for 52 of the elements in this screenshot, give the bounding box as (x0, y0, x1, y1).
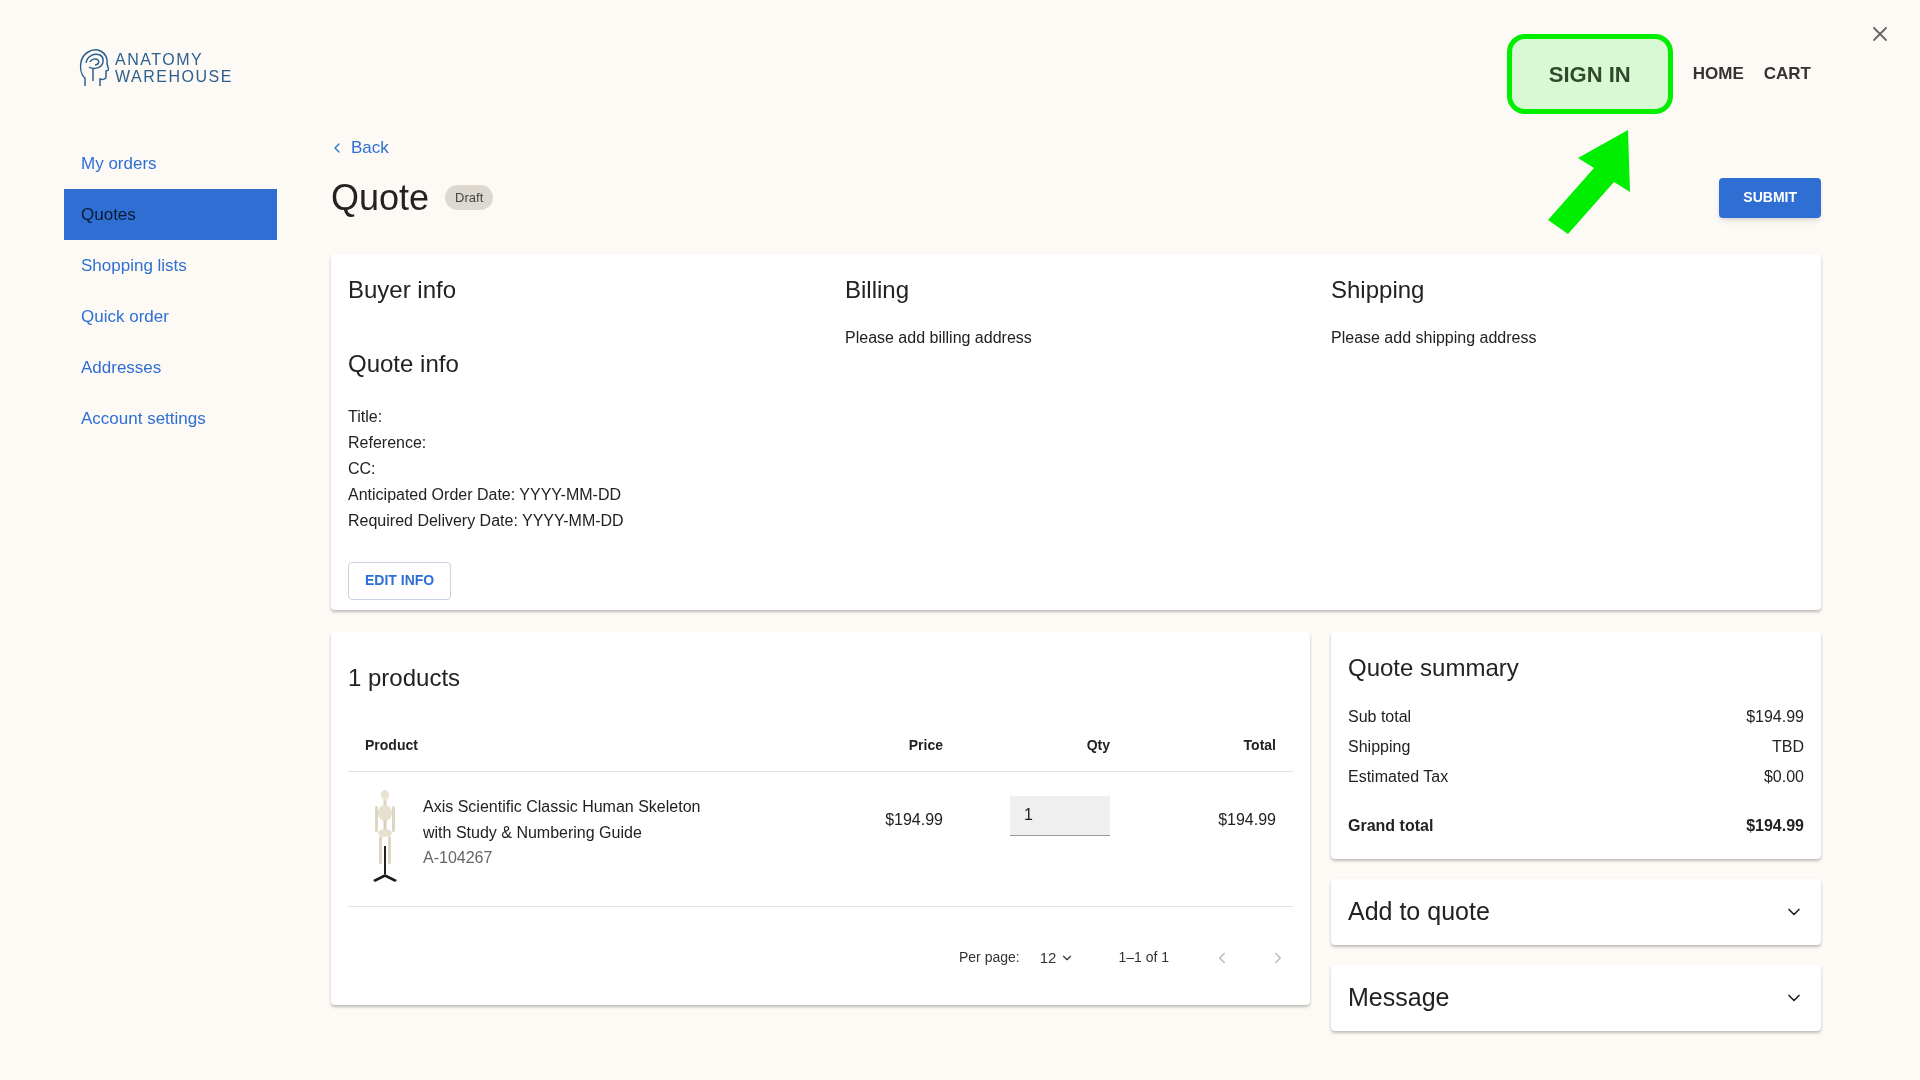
nav-link[interactable]: HOME (1692, 61, 1744, 87)
summary-value: $194.99 (1746, 706, 1804, 727)
sidebar-item[interactable]: Shopping lists (64, 240, 277, 291)
summary-label: Estimated Tax (1348, 766, 1449, 787)
status-badge: Draft (445, 184, 494, 211)
shipping-text: Please add shipping address (1331, 327, 1538, 348)
product-name: Axis Scientific Classic Human Skeleton with Study & Numbering Guide (423, 796, 702, 843)
products-title: 1 products (348, 662, 462, 693)
back-link[interactable]: Back (329, 135, 1821, 161)
summary-value: TBD (1772, 736, 1804, 757)
page-title: Quote (331, 175, 430, 220)
column-header: Total (1243, 735, 1276, 755)
product-sku: A-104267 (423, 847, 494, 868)
info-field: Title: (348, 403, 845, 430)
price-cell-text: $194.99 (885, 809, 943, 830)
edit-info-button[interactable]: EDIT INFO (348, 561, 452, 600)
head-logo-icon (79, 48, 109, 88)
per-page-select[interactable]: 12 (1039, 946, 1075, 969)
section-title: Shipping (1331, 274, 1426, 305)
nav-link[interactable]: SIGN IN (1506, 34, 1673, 114)
submit-button[interactable]: SUBMIT (1719, 177, 1821, 218)
sidebar-item[interactable]: Account settings (64, 393, 277, 444)
info-field: Anticipated Order Date: YYYY-MM-DD (348, 481, 845, 508)
summary-label: Grand total (1348, 815, 1434, 836)
section-title: Buyer info (348, 274, 458, 305)
section-title: Billing (845, 274, 911, 305)
nav-link[interactable]: CART (1763, 61, 1811, 87)
accordion-header[interactable]: Message (1331, 964, 1821, 1031)
summary-label: Sub total (1348, 706, 1412, 727)
sidebar-item[interactable]: Quick order (64, 291, 277, 342)
page-range: 1–1 of 1 (1118, 948, 1169, 968)
summary-value: $0.00 (1763, 766, 1804, 787)
summary-title: Quote summary (1348, 652, 1520, 683)
summary-label: Shipping (1348, 736, 1411, 757)
per-page-label: Per page: (959, 948, 1020, 968)
sidebar-item[interactable]: Addresses (64, 342, 277, 393)
section-title: Quote info (348, 348, 460, 379)
sidebar-item[interactable]: Quotes (64, 189, 277, 240)
summary-value: $194.99 (1746, 815, 1804, 836)
brand-name: ANATOMY (115, 51, 205, 68)
info-field: CC: (348, 455, 845, 482)
accordion-header[interactable]: Add to quote (1331, 878, 1821, 945)
total-cell-text: $194.99 (1218, 809, 1276, 830)
column-header: Price (908, 735, 943, 755)
info-field: Required Delivery Date: YYYY-MM-DD (348, 507, 845, 534)
info-field: Reference: (348, 429, 845, 456)
billing-text: Please add billing address (845, 327, 1033, 348)
column-header: Qty (1086, 735, 1110, 755)
column-header: Product (365, 735, 419, 755)
quantity-field[interactable]: 1 (1010, 795, 1110, 836)
brand-name: WAREHOUSE (115, 68, 233, 85)
sidebar-item[interactable]: My orders (64, 138, 277, 189)
